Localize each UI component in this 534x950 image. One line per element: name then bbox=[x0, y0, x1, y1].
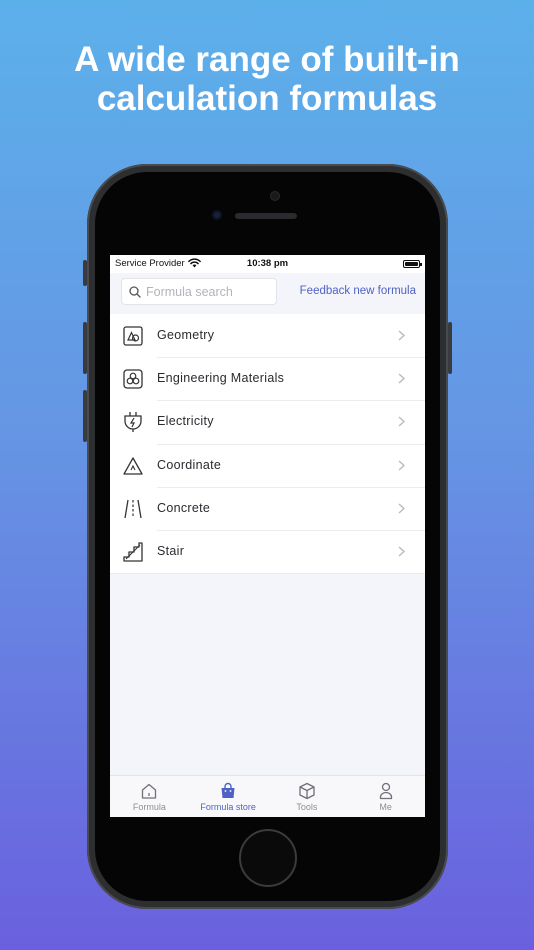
tab-label: Me bbox=[379, 802, 392, 812]
list-item-concrete[interactable]: Concrete bbox=[110, 486, 425, 530]
category-list: Geometry Engineering Materials Electrici… bbox=[110, 314, 425, 575]
proximity-sensor bbox=[212, 210, 222, 220]
chevron-right-icon bbox=[398, 503, 405, 514]
headline: A wide range of built-in calculation for… bbox=[0, 40, 534, 118]
tab-formula-store[interactable]: Formula store bbox=[189, 776, 268, 817]
list-item-geometry[interactable]: Geometry bbox=[110, 314, 425, 357]
chevron-right-icon bbox=[398, 416, 405, 427]
item-label: Coordinate bbox=[157, 457, 222, 472]
feedback-new-formula-link[interactable]: Feedback new formula bbox=[300, 285, 416, 297]
road-lanes-icon bbox=[124, 499, 142, 518]
status-bar: Service Provider 10:38 pm bbox=[110, 255, 425, 273]
battery-icon bbox=[403, 260, 422, 268]
volume-down-button bbox=[83, 390, 87, 442]
chevron-right-icon bbox=[398, 460, 405, 471]
search-icon bbox=[129, 286, 141, 298]
user-icon bbox=[379, 782, 392, 800]
search-box[interactable] bbox=[121, 278, 277, 305]
tab-tools[interactable]: Tools bbox=[268, 776, 347, 817]
item-label: Geometry bbox=[157, 328, 215, 342]
tab-formula[interactable]: Formula bbox=[110, 776, 189, 817]
silent-switch bbox=[83, 260, 87, 286]
geometry-icon bbox=[123, 326, 143, 346]
item-label: Engineering Materials bbox=[157, 371, 285, 386]
list-item-engineering-materials[interactable]: Engineering Materials bbox=[110, 357, 425, 400]
power-button bbox=[448, 322, 452, 374]
tab-label: Formula store bbox=[200, 802, 256, 812]
chevron-right-icon bbox=[398, 546, 405, 557]
search-row: Feedback new formula bbox=[110, 273, 425, 313]
chevron-right-icon bbox=[398, 373, 405, 384]
list-item-coordinate[interactable]: Coordinate bbox=[110, 443, 425, 487]
earpiece-speaker bbox=[235, 213, 297, 219]
item-label: Concrete bbox=[157, 500, 211, 515]
coordinate-triangle-icon bbox=[123, 456, 143, 475]
volume-up-button bbox=[83, 322, 87, 374]
search-input[interactable] bbox=[146, 279, 274, 304]
front-camera bbox=[271, 192, 279, 200]
stair-icon bbox=[123, 542, 143, 562]
tab-bar: Formula Formula store Tools Me bbox=[110, 775, 425, 817]
cube-icon bbox=[299, 782, 315, 800]
list-divider bbox=[110, 573, 425, 575]
electricity-plug-icon bbox=[124, 412, 142, 433]
materials-icon bbox=[123, 369, 143, 389]
home-button[interactable] bbox=[239, 829, 297, 887]
list-item-electricity[interactable]: Electricity bbox=[110, 400, 425, 443]
chevron-right-icon bbox=[398, 330, 405, 341]
home-icon bbox=[142, 783, 157, 799]
tab-label: Tools bbox=[296, 802, 318, 812]
headline-line-2: calculation formulas bbox=[96, 79, 438, 118]
tab-label: Formula bbox=[132, 802, 166, 812]
app-screen: Service Provider 10:38 pm Feedback new f… bbox=[110, 255, 425, 817]
headline-line-1: A wide range of built-in bbox=[74, 40, 460, 79]
list-item-stair[interactable]: Stair bbox=[110, 529, 425, 573]
item-label: Electricity bbox=[157, 414, 214, 429]
shopping-bag-icon bbox=[221, 782, 235, 798]
item-label: Stair bbox=[157, 543, 185, 558]
clock: 10:38 pm bbox=[246, 258, 289, 269]
tab-me[interactable]: Me bbox=[346, 776, 425, 817]
